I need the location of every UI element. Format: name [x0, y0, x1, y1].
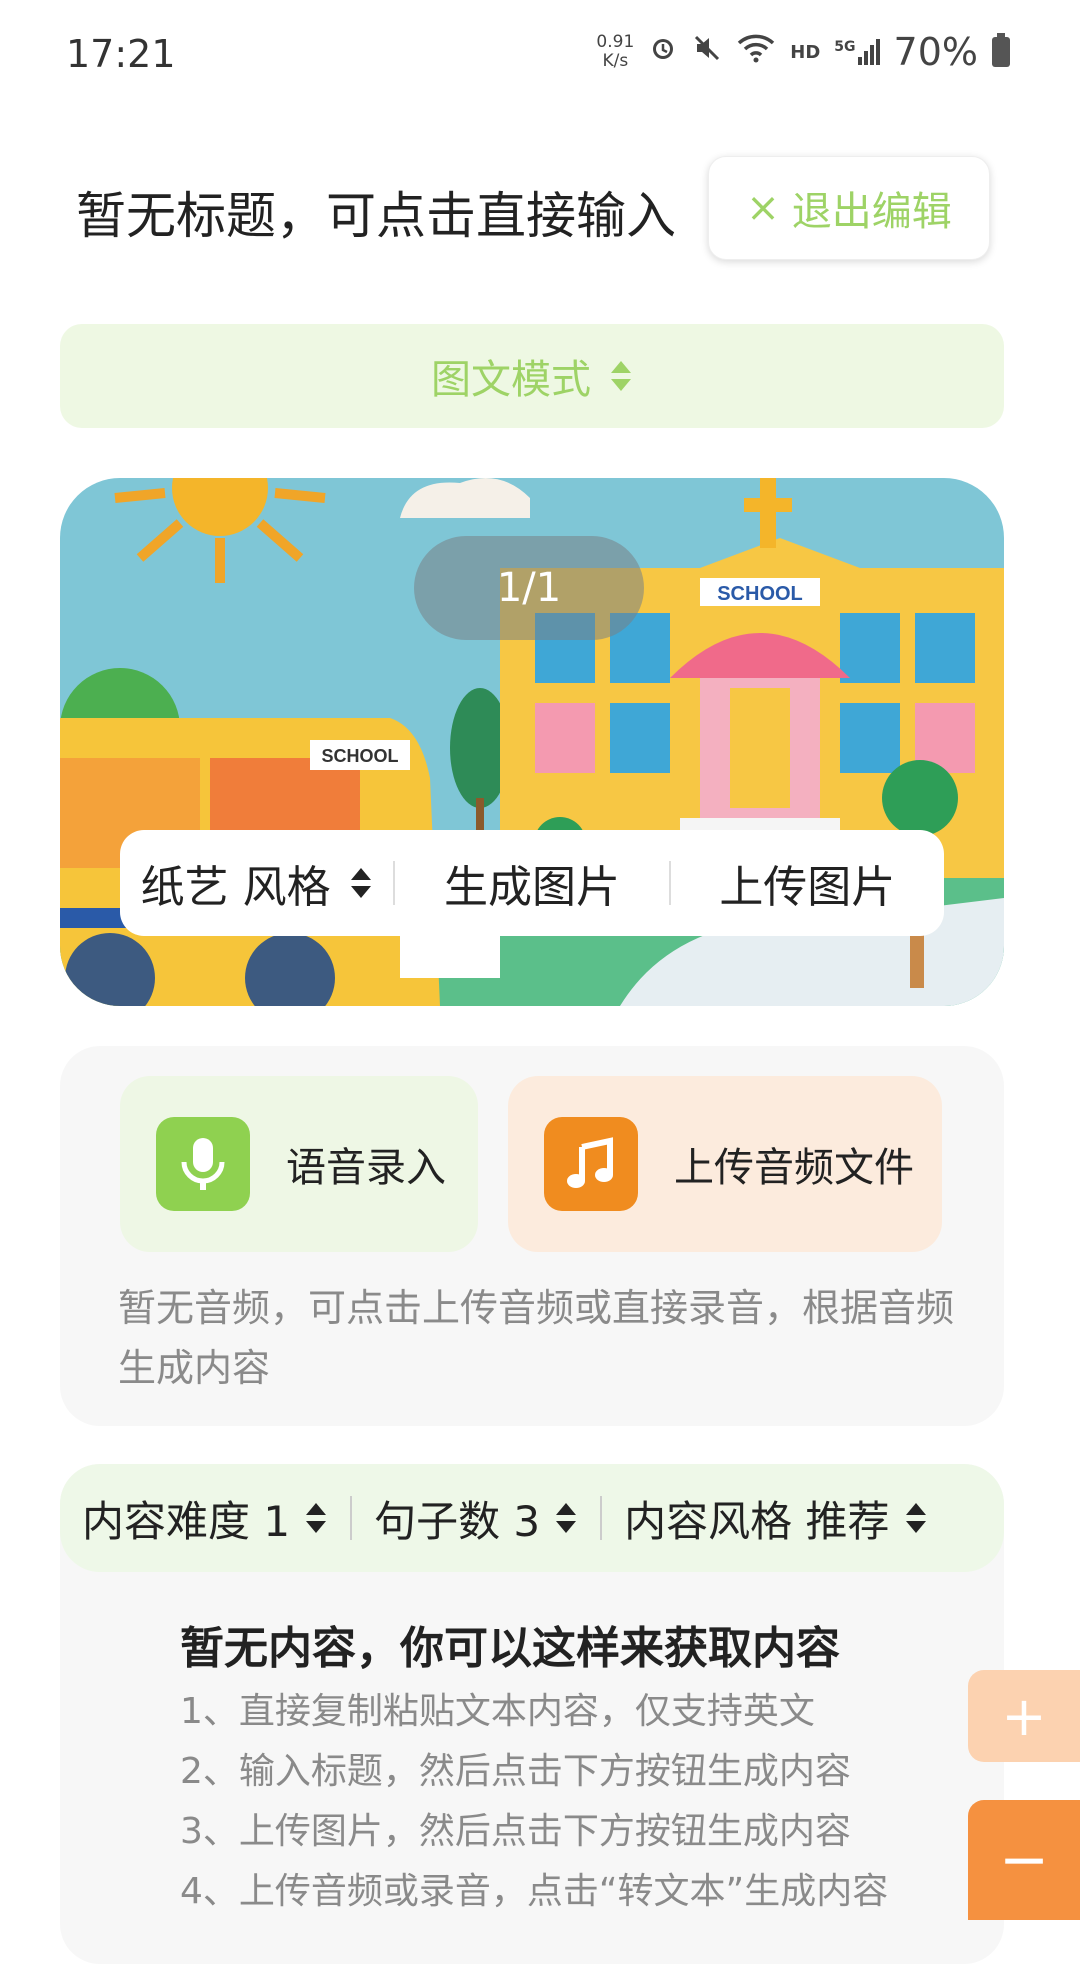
school-sign: SCHOOL: [717, 583, 803, 605]
mode-selector[interactable]: 图文模式: [60, 324, 1004, 428]
music-note-icon: [544, 1117, 638, 1211]
close-icon: ×: [746, 185, 780, 231]
zoom-in-button[interactable]: +: [968, 1670, 1080, 1762]
image-toolbar: 纸艺 风格 生成图片 上传图片: [120, 830, 944, 936]
exit-edit-label: 退出编辑: [791, 189, 952, 235]
upload-audio-button[interactable]: 上传音频文件: [508, 1076, 942, 1252]
sentence-count-selector[interactable]: 句子数 3: [352, 1488, 600, 1549]
sort-updown-icon: [350, 868, 371, 898]
difficulty-selector[interactable]: 内容难度 1: [60, 1488, 350, 1549]
generate-image-label: 生成图片: [443, 862, 620, 913]
net-speed: 0.91 K/s: [596, 33, 634, 71]
tip-item: 1、直接复制粘贴文本内容，仅支持英文: [180, 1691, 815, 1732]
bus-sign: SCHOOL: [321, 746, 398, 766]
tip-item: 3、上传图片，然后点击下方按钮生成内容: [180, 1811, 851, 1852]
upload-image-label: 上传图片: [719, 862, 896, 913]
alarm-icon: [648, 33, 678, 71]
content-style-label: 内容风格 推荐: [624, 1496, 890, 1546]
microphone-icon: [156, 1117, 250, 1211]
sort-updown-icon: [609, 359, 633, 393]
generate-image-button[interactable]: 生成图片: [395, 851, 668, 915]
sentence-count-label: 句子数 3: [374, 1496, 541, 1546]
battery-icon: [992, 33, 1010, 67]
image-style-selector[interactable]: 纸艺 风格: [120, 851, 393, 915]
difficulty-label: 内容难度 1: [82, 1496, 291, 1546]
sort-updown-icon: [556, 1503, 577, 1533]
signal-label: 5G: [834, 39, 856, 55]
mode-label: 图文模式: [431, 357, 591, 403]
page-indicator: 1/1: [414, 536, 644, 640]
tip-item: 2、输入标题，然后点击下方按钮生成内容: [180, 1751, 851, 1792]
image-style-label: 纸艺 风格: [140, 862, 331, 913]
hd-label: HD: [790, 41, 821, 63]
zoom-out-button[interactable]: −: [968, 1800, 1080, 1920]
tip-item: 4、上传音频或录音，点击“转文本”生成内容: [180, 1871, 889, 1912]
content-empty-title: 暂无内容，你可以这样来获取内容: [180, 1623, 840, 1674]
status-icons: 0.91 K/s HD 5G 70%: [596, 30, 1010, 74]
sort-updown-icon: [905, 1503, 926, 1533]
upload-image-button[interactable]: 上传图片: [671, 851, 944, 915]
battery-percent: 70%: [893, 30, 978, 74]
audio-empty-hint: 暂无音频，可点击上传音频或直接录音，根据音频生成内容: [118, 1286, 955, 1390]
status-time: 17:21: [66, 32, 176, 76]
wifi-icon: [736, 33, 776, 71]
upload-audio-label: 上传音频文件: [674, 1145, 914, 1191]
content-tips: 1、直接复制粘贴文本内容，仅支持英文 2、输入标题，然后点击下方按钮生成内容 3…: [180, 1682, 888, 1922]
voice-record-label: 语音录入: [286, 1145, 446, 1191]
exit-edit-button[interactable]: × 退出编辑: [708, 156, 990, 260]
voice-record-button[interactable]: 语音录入: [120, 1076, 478, 1252]
mute-icon: [692, 33, 722, 71]
sort-updown-icon: [306, 1503, 327, 1533]
signal-icon: 5G: [834, 39, 880, 65]
content-filter-bar: 内容难度 1 句子数 3 内容风格 推荐: [60, 1464, 1004, 1572]
content-style-selector[interactable]: 内容风格 推荐: [602, 1488, 949, 1549]
net-speed-unit: K/s: [602, 51, 629, 71]
page-title-input[interactable]: 暂无标题，可点击直接输入: [76, 176, 676, 248]
net-speed-value: 0.91: [596, 32, 635, 52]
